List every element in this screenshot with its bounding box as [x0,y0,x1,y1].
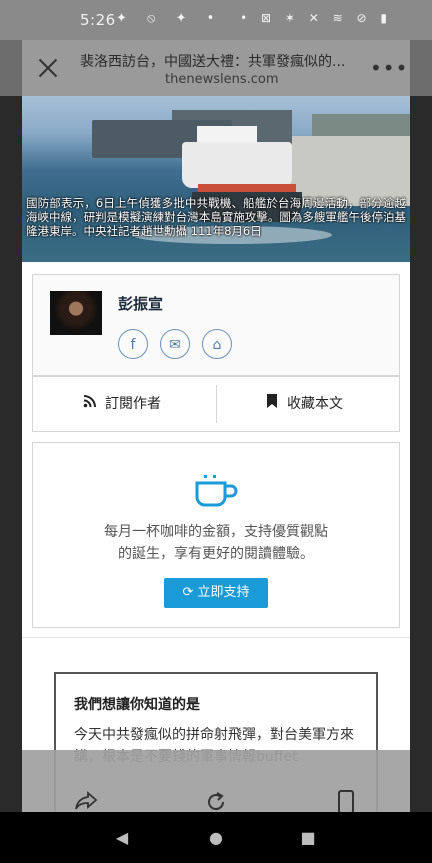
hero-image: 國防部表示，6日上午偵獲多批中共戰機、船艦於台海周邊活動，部分逾越海峽中線，研判… [22,96,410,262]
bookmark-label: 收藏本文 [287,396,343,412]
screen: 5:26 ✦ ⦸ ✦ • • ⊠ ✶ ✕ ≋ ⊘ ▮ 裴洛西訪台，中國送大禮：共… [0,0,432,863]
home-button-icon[interactable]: ● [206,828,226,848]
section-divider [22,637,410,638]
email-icon[interactable]: ✉ [160,329,190,359]
side-shade-right [410,96,432,812]
key-point-title: 我們想讓你知道的是 [74,697,200,713]
bookmark-article-button[interactable]: 收藏本文 [263,393,343,415]
article-content: 國防部表示，6日上午偵獲多批中共戰機、船艦於台海周邊活動，部分逾越海峽中線，研判… [22,96,410,863]
side-shade-left [0,96,22,812]
facebook-icon[interactable]: f [118,329,148,359]
side-shade-left-top [0,40,22,96]
home-icon[interactable]: ⌂ [202,329,232,359]
author-actions: 訂閱作者 收藏本文 [32,376,400,432]
share-icon[interactable] [72,790,100,814]
page-title: 裴洛西訪台，中國送大禮：共軍發瘋似的... [80,54,346,70]
hero-ship-white [182,142,292,188]
phone-icon[interactable] [332,790,360,814]
status-time: 5:26 [80,11,116,29]
page-url: thenewslens.com [165,72,279,87]
bottom-toolbar [22,750,410,814]
actions-divider [216,385,217,423]
rss-icon [81,393,99,415]
author-name[interactable]: 彭振宣 [118,293,163,314]
status-bar: 5:26 ✦ ⦸ ✦ • • ⊠ ✶ ✕ ≋ ⊘ ▮ [0,0,432,40]
support-now-button[interactable]: ⟳ 立即支持 [164,578,268,608]
status-right-icons: • ⊠ ✶ ✕ ≋ ⊘ ▮ [240,11,392,25]
system-nav-bar: ◀ ● ■ [0,812,432,863]
support-text: 每月一杯咖啡的金額，支持優質觀點 的誕生，享有更好的閱讀體驗。 [33,521,399,565]
author-card: 彭振宣 f ✉ ⌂ [32,274,400,376]
back-icon[interactable]: ◀ [112,828,132,848]
coffee-cup-icon [195,475,238,507]
support-button-label: 立即支持 [197,585,250,600]
side-shade-right-top [410,40,432,96]
support-text-line1: 每月一杯咖啡的金額，支持優質觀點 [104,524,328,540]
support-refresh-icon: ⟳ [182,585,194,600]
avatar[interactable] [50,291,102,335]
subscribe-author-button[interactable]: 訂閱作者 [81,393,161,415]
more-options-icon[interactable]: ••• [370,58,407,78]
status-left-icons: ✦ ⦸ ✦ • [116,11,223,26]
hero-caption: 國防部表示，6日上午偵獲多批中共戰機、船艦於台海周邊活動，部分逾越海峽中線，研判… [26,196,406,238]
support-box: 每月一杯咖啡的金額，支持優質觀點 的誕生，享有更好的閱讀體驗。 ⟳ 立即支持 [32,442,400,628]
refresh-icon[interactable] [202,790,230,814]
subscribe-label: 訂閱作者 [105,396,161,412]
support-text-line2: 的誕生，享有更好的閱讀體驗。 [118,546,314,562]
custom-tab-toolbar: 裴洛西訪台，中國送大禮：共軍發瘋似的... thenewslens.com ••… [22,40,410,96]
close-icon[interactable] [36,56,60,80]
recents-icon[interactable]: ■ [298,828,318,848]
bookmark-icon [263,393,281,415]
